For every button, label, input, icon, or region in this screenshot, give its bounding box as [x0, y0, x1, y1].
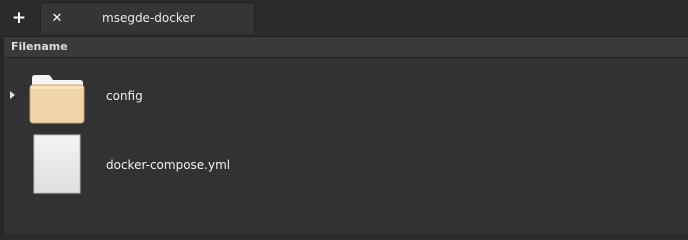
file-list: config docker-compose.yml — [4, 58, 688, 234]
tab-bar: + ✕ msegde-docker — [0, 0, 688, 37]
list-item-config[interactable]: config — [4, 61, 688, 131]
tab-label: msegde-docker — [102, 11, 195, 25]
tab-msegde-docker[interactable]: ✕ msegde-docker — [40, 2, 255, 34]
file-icon — [33, 134, 81, 194]
expand-arrow-icon[interactable] — [10, 91, 15, 99]
plus-icon: + — [11, 8, 27, 28]
close-icon[interactable]: ✕ — [49, 10, 65, 26]
new-tab-button[interactable]: + — [0, 0, 38, 36]
filename-column-header[interactable]: Filename — [4, 37, 688, 58]
folder-icon — [29, 75, 85, 124]
list-item-docker-compose[interactable]: docker-compose.yml — [4, 130, 688, 200]
file-name: config — [106, 89, 143, 103]
column-header-label: Filename — [11, 40, 68, 53]
file-manager-window: + ✕ msegde-docker Filename config docker… — [0, 0, 688, 234]
file-name: docker-compose.yml — [106, 158, 231, 172]
